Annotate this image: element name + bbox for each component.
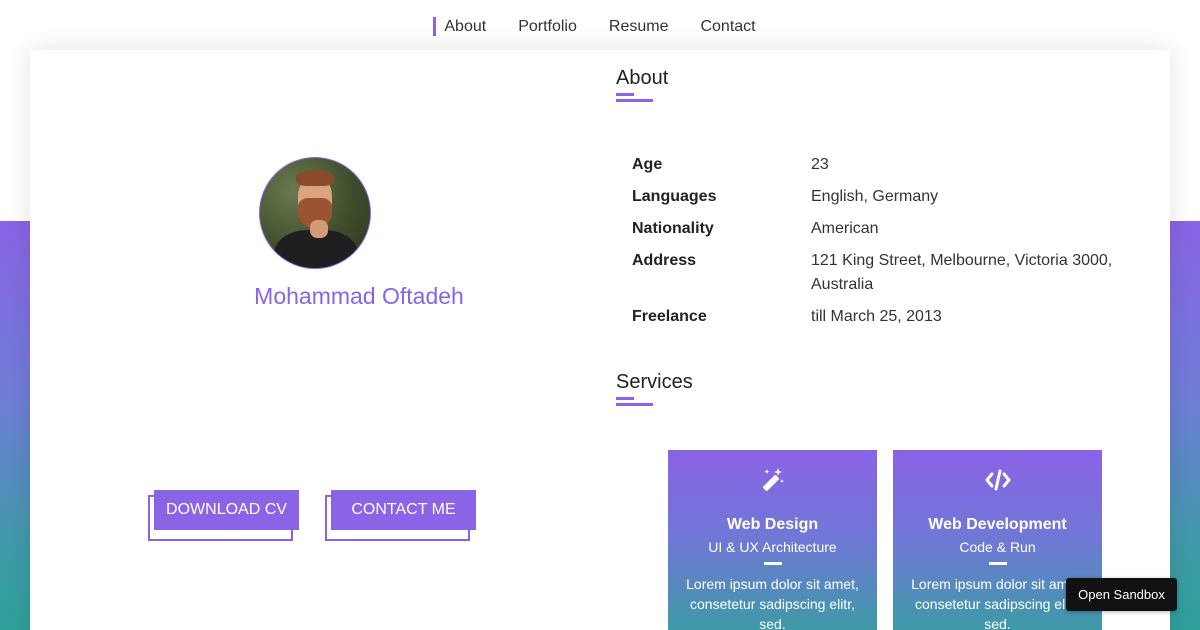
info-value: 23 <box>811 156 829 173</box>
contact-me-button[interactable]: CONTACT ME <box>331 490 476 530</box>
info-value: English, Germany <box>811 188 939 205</box>
service-divider <box>989 562 1007 565</box>
profile-card: Mohammad Oftadeh DOWNLOAD CV CONTACT ME … <box>30 50 1170 630</box>
info-value: American <box>811 220 879 237</box>
info-label: Age <box>632 156 663 173</box>
top-navigation: About Portfolio Resume Contact <box>0 0 1200 50</box>
info-value: till March 25, 2013 <box>811 308 942 325</box>
service-description: Lorem ipsum dolor sit amet, consetetur s… <box>676 574 869 630</box>
info-label: Freelance <box>632 308 707 325</box>
service-subtitle: Code & Run <box>959 539 1036 555</box>
code-icon <box>893 466 1102 494</box>
nav-resume[interactable]: Resume <box>593 18 685 36</box>
profile-column: Mohammad Oftadeh DOWNLOAD CV CONTACT ME <box>30 50 616 630</box>
magic-wand-icon <box>668 466 877 494</box>
services-title-underline <box>616 403 653 406</box>
info-row-address: Address <box>632 249 696 273</box>
about-title-underline <box>616 99 653 102</box>
avatar <box>259 157 371 269</box>
info-row-age: Age <box>632 153 662 177</box>
info-row-nationality: Nationality <box>632 217 714 241</box>
info-label: Languages <box>632 188 717 205</box>
service-subtitle: UI & UX Architecture <box>708 539 837 555</box>
nav-portfolio[interactable]: Portfolio <box>502 18 593 36</box>
service-desc-line2: consetetur sadipscing elitr, sed. <box>690 596 855 630</box>
service-title: Web Design <box>726 516 819 533</box>
about-title-accent <box>616 93 634 96</box>
service-title: Web Development <box>928 516 1067 533</box>
download-cv-button[interactable]: DOWNLOAD CV <box>154 490 299 530</box>
info-row-languages: Languages <box>632 185 716 209</box>
info-value-age: 23 <box>811 153 829 177</box>
services-title-accent <box>616 397 634 400</box>
info-value-freelance: till March 25, 2013 <box>811 305 942 329</box>
info-value-nationality: American <box>811 217 879 241</box>
info-value: 121 King Street, Melbourne, Victoria 300… <box>811 252 1113 269</box>
info-row-freelance: Freelance <box>632 305 707 329</box>
info-label: Nationality <box>632 220 714 237</box>
about-title: About <box>616 67 669 89</box>
service-divider <box>764 562 782 565</box>
nav-about[interactable]: About <box>428 17 502 36</box>
info-value-languages: English, Germany <box>811 185 938 209</box>
nav-contact[interactable]: Contact <box>684 18 771 36</box>
open-sandbox-button[interactable]: Open Sandbox <box>1066 578 1177 611</box>
services-title: Services <box>616 371 693 393</box>
info-label: Address <box>632 252 697 269</box>
profile-name: Mohammad Oftadeh <box>254 283 464 309</box>
service-card-web-design[interactable]: Web Design UI & UX Architecture Lorem ip… <box>668 450 877 630</box>
info-value-address: 121 King Street, Melbourne, Victoria 300… <box>811 249 1131 297</box>
info-value-line2: Australia <box>811 276 874 293</box>
service-desc-line1: Lorem ipsum dolor sit amet, <box>686 576 859 592</box>
